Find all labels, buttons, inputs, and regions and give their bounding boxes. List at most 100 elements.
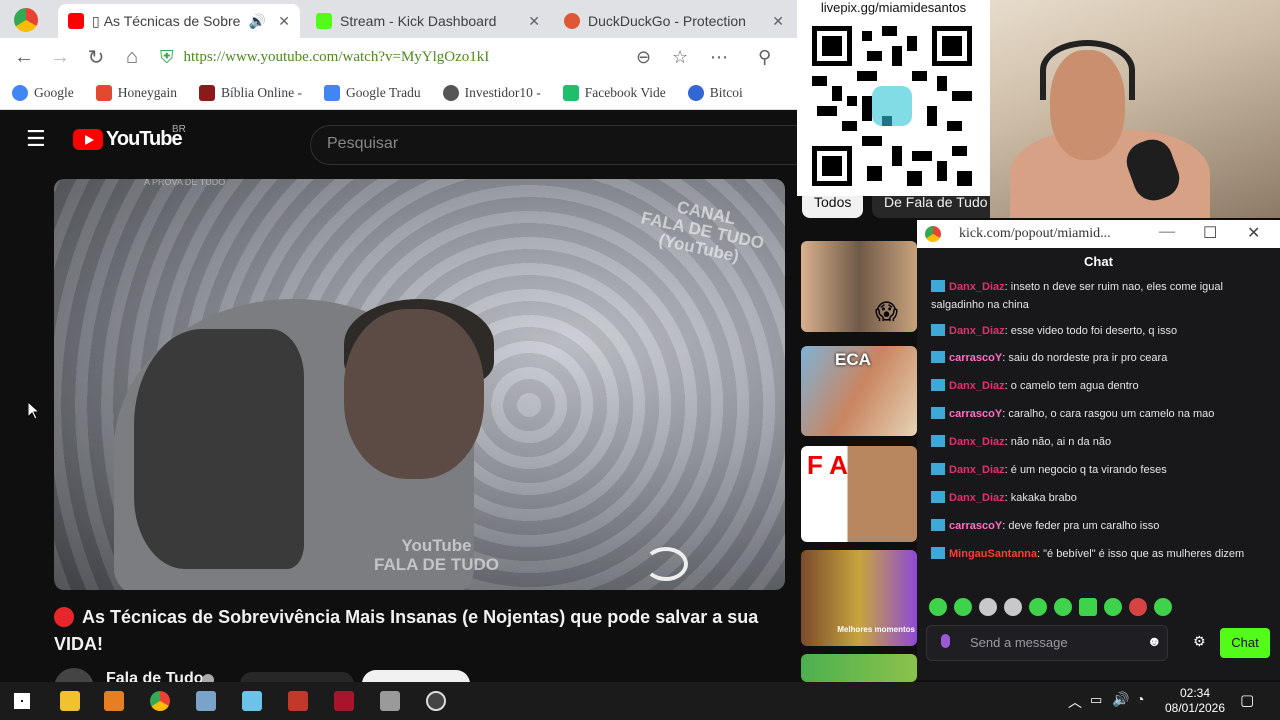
clock-time: 02:34: [1179, 686, 1211, 700]
tray-chevron-icon[interactable]: ︿: [1068, 692, 1082, 712]
search-input[interactable]: Pesquisar: [310, 125, 800, 165]
menu-icon[interactable]: ☰: [26, 126, 46, 152]
send-chat-button[interactable]: Chat: [1220, 628, 1270, 658]
tab-title: As Técnicas de Sobre: [103, 13, 241, 29]
notepad-icon[interactable]: [242, 691, 262, 711]
chat-username[interactable]: Danx_Diaz: [949, 281, 1005, 293]
bible-icon: [198, 84, 215, 101]
flash-icon[interactable]: [334, 691, 354, 711]
chat-username[interactable]: Danx_Diaz: [949, 380, 1005, 392]
tab-duckduckgo[interactable]: DuckDuckGo - Protection ✕: [554, 4, 794, 38]
emote-icon[interactable]: [1129, 598, 1147, 616]
emote-icon[interactable]: [929, 598, 947, 616]
chat-username[interactable]: Danx_Diaz: [949, 464, 1005, 476]
star-icon[interactable]: ☆: [672, 47, 688, 68]
obs-icon[interactable]: [426, 691, 446, 711]
omnibox[interactable]: ⛨ https://www.youtube.com/watch?v=MyYlgO…: [160, 42, 740, 72]
forward-icon[interactable]: →: [42, 46, 78, 69]
folder-icon[interactable]: [380, 691, 400, 711]
minimize-icon[interactable]: —: [1159, 223, 1175, 241]
notifications-icon[interactable]: ▢: [1240, 691, 1254, 709]
speaker-icon[interactable]: 🔊: [248, 13, 265, 30]
close-tab-icon[interactable]: ✕: [764, 13, 784, 30]
bookmark-investidor10[interactable]: Investidor10 -: [442, 84, 541, 101]
url-text[interactable]: https://www.youtube.com/watch?v=MyYlgOzo…: [184, 49, 490, 66]
thumbnail-3[interactable]: F A: [801, 446, 917, 542]
emote-icon[interactable]: [979, 598, 997, 616]
taskbar-clock[interactable]: 02:34 08/01/2026: [1160, 686, 1230, 716]
media-player-icon[interactable]: [104, 691, 124, 711]
chat-message: carrascoY: caralho, o cara rasgou um cam…: [931, 405, 1266, 423]
emote-bar: [929, 598, 1179, 616]
shield-icon: ⛨: [160, 46, 174, 67]
chat-message: Danx_Diaz: inseto n deve ser ruim nao, e…: [931, 280, 1223, 311]
bookmark-label: Bíblia Online -: [220, 84, 302, 100]
emote-icon[interactable]: [954, 598, 972, 616]
bookmark-facebook[interactable]: Facebook Vide: [562, 84, 666, 101]
close-tab-icon[interactable]: ✕: [270, 13, 290, 30]
close-tab-icon[interactable]: ✕: [520, 13, 540, 30]
bookmark-google[interactable]: Google: [12, 84, 74, 101]
chat-username[interactable]: Danx_Diaz: [949, 325, 1005, 337]
search-icon[interactable]: ⚲: [758, 47, 771, 68]
emote-icon[interactable]: [1104, 598, 1122, 616]
chat-username[interactable]: carrascoY: [949, 408, 1002, 420]
video-person-head: [344, 309, 484, 479]
emoji-icon[interactable]: ☻: [1147, 633, 1162, 649]
more-icon[interactable]: ⋯: [710, 47, 728, 68]
calculator-icon[interactable]: [288, 691, 308, 711]
thumbnail-4[interactable]: Melhores momentos: [801, 550, 917, 646]
chat-text: deve feder pra um caralho isso: [1008, 520, 1160, 532]
emote-icon[interactable]: [1029, 598, 1047, 616]
chrome-logo-icon[interactable]: [14, 8, 38, 32]
thumbnail-2[interactable]: ECA: [801, 346, 917, 436]
thumbnail-1[interactable]: 😱: [801, 241, 917, 332]
tab-prefix: ▯: [92, 12, 100, 29]
video-corner-watermark: A PROVA DE TUDO: [144, 179, 226, 187]
chat-username[interactable]: Danx_Diaz: [949, 436, 1005, 448]
browser-tab-bar: ▯ As Técnicas de Sobre 🔊 ✕ Stream - Kick…: [0, 0, 800, 38]
emote-icon[interactable]: [1154, 598, 1172, 616]
investidor10-icon: [442, 84, 459, 101]
chat-message: Danx_Diaz: o camelo tem agua dentro: [931, 377, 1266, 395]
close-window-icon[interactable]: ✕: [1247, 223, 1260, 243]
app-icon[interactable]: [196, 691, 216, 711]
file-explorer-icon[interactable]: [60, 691, 80, 711]
windows-start-icon[interactable]: [14, 693, 30, 709]
chat-input[interactable]: Send a message: [926, 625, 1168, 661]
thumbnail-5[interactable]: [801, 654, 917, 682]
maximize-icon[interactable]: ☐: [1203, 223, 1217, 243]
chat-text: o camelo tem agua dentro: [1010, 380, 1139, 392]
emote-icon[interactable]: [1079, 598, 1097, 616]
tab-kick[interactable]: Stream - Kick Dashboard ✕: [306, 4, 550, 38]
zoom-icon[interactable]: ⊖: [636, 47, 651, 68]
bookmark-google-tradutor[interactable]: Google Tradu: [323, 84, 421, 101]
emote-icon[interactable]: [1004, 598, 1022, 616]
popout-url: kick.com/popout/miamid...: [959, 226, 1111, 241]
subscriber-badge-icon: [931, 491, 945, 503]
chat-username[interactable]: MingauSantanna: [949, 548, 1037, 560]
battery-icon[interactable]: ▭: [1090, 692, 1102, 708]
reload-icon[interactable]: ↻: [78, 45, 114, 70]
video-player[interactable]: A PROVA DE TUDO CANAL FALA DE TUDO (YouT…: [54, 179, 785, 590]
emote-icon[interactable]: [1054, 598, 1072, 616]
livepix-url: livepix.gg/miamidesantos: [820, 0, 967, 15]
tab-youtube[interactable]: ▯ As Técnicas de Sobre 🔊 ✕: [58, 4, 300, 38]
tab-title: Stream - Kick Dashboard: [340, 13, 497, 29]
chat-username[interactable]: carrascoY: [949, 520, 1002, 532]
back-icon[interactable]: ←: [6, 46, 42, 69]
chrome-taskbar-icon[interactable]: [150, 691, 170, 711]
home-icon[interactable]: ⌂: [114, 46, 150, 69]
wifi-icon[interactable]: ◔: [1136, 691, 1144, 707]
volume-icon[interactable]: 🔊: [1112, 691, 1129, 708]
bookmark-honeygain[interactable]: Honeygain: [95, 84, 177, 101]
settings-icon[interactable]: ⚙: [1193, 633, 1206, 650]
bookmark-biblia[interactable]: Bíblia Online -: [198, 84, 302, 101]
bookmark-bitcoin[interactable]: Bitcoi: [687, 84, 743, 101]
chat-username[interactable]: Danx_Diaz: [949, 492, 1005, 504]
microphone-icon[interactable]: [941, 634, 950, 648]
bookmark-label: Facebook Vide: [584, 84, 666, 100]
chat-text: esse video todo foi deserto, q isso: [1010, 325, 1178, 337]
chat-text: não não, ai n da não: [1010, 436, 1112, 448]
chat-username[interactable]: carrascoY: [949, 352, 1002, 364]
